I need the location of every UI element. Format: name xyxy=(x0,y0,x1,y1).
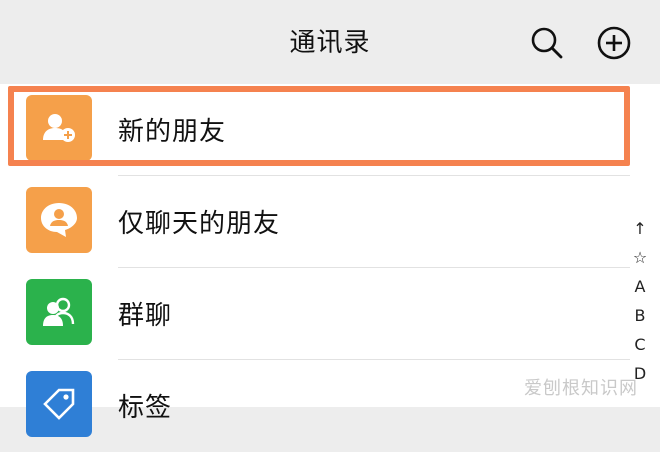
list-item-label: 标签 xyxy=(118,393,173,423)
divider xyxy=(118,175,630,176)
index-item-star[interactable]: ☆ xyxy=(628,243,652,272)
index-item-b[interactable]: B xyxy=(628,301,652,330)
watermark: 爱刨根知识网 xyxy=(524,378,638,399)
alphabet-index-bar[interactable]: ↑ ☆ A B C D xyxy=(628,214,652,388)
highlight-box xyxy=(8,86,630,166)
list-item-group-chats[interactable]: 群聊 xyxy=(0,268,660,360)
index-item-a[interactable]: A xyxy=(628,272,652,301)
person-chat-icon xyxy=(26,187,92,253)
divider xyxy=(118,359,630,360)
tag-icon xyxy=(26,371,92,437)
top-bar: 通讯录 xyxy=(0,0,660,84)
list-item-chat-only-friends[interactable]: 仅聊天的朋友 xyxy=(0,176,660,268)
search-icon[interactable] xyxy=(529,25,565,61)
plus-circle-icon[interactable] xyxy=(596,25,632,61)
index-item-top[interactable]: ↑ xyxy=(628,214,652,243)
divider xyxy=(118,267,630,268)
group-icon xyxy=(26,279,92,345)
index-item-c[interactable]: C xyxy=(628,330,652,359)
list-item-label: 仅聊天的朋友 xyxy=(118,209,281,239)
list-item-label: 群聊 xyxy=(118,301,173,331)
